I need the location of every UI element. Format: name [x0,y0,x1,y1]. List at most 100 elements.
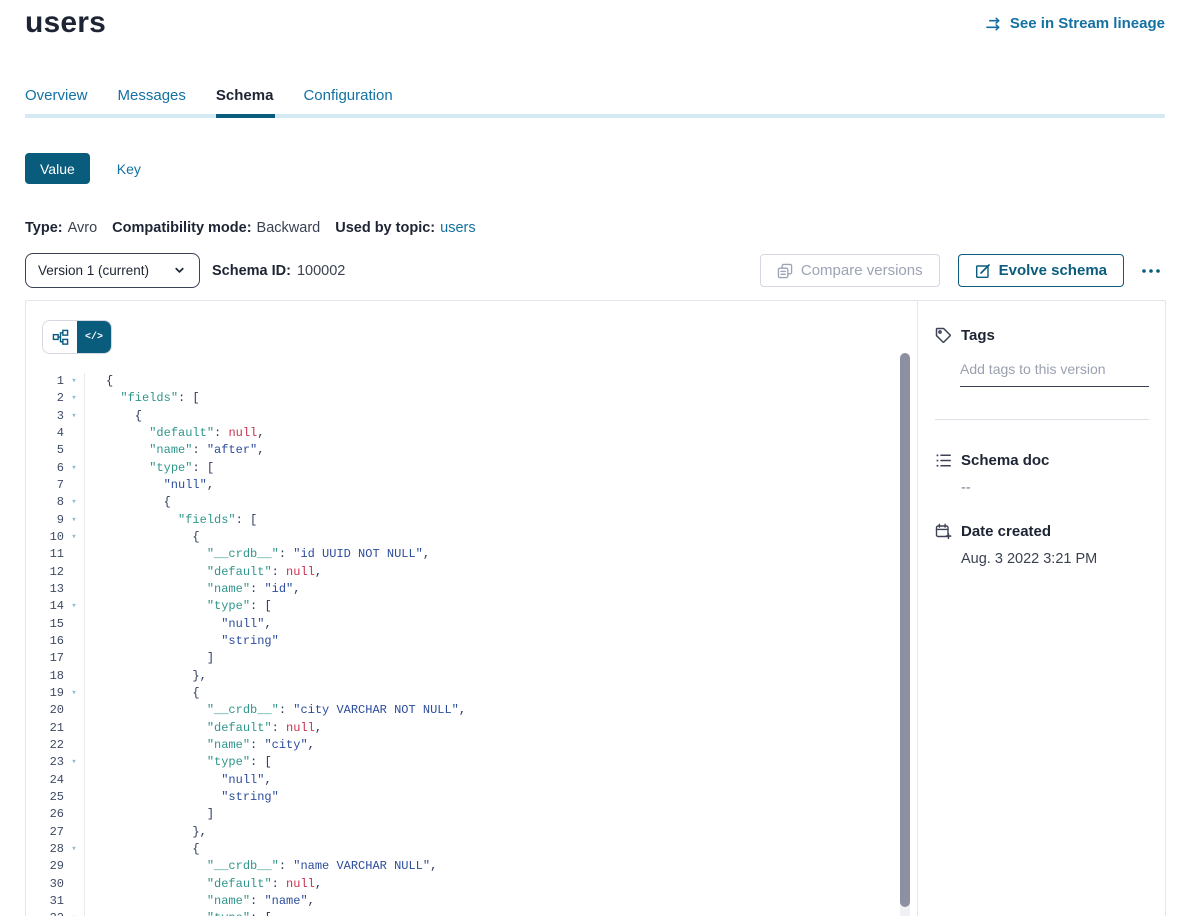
code-line: 19▾ { [26,685,897,702]
fold-spacer [64,702,84,719]
fold-spacer [64,425,84,442]
line-number: 7 [26,477,64,494]
fold-arrow-icon[interactable]: ▾ [64,598,84,615]
code-text: "type": [ [84,460,897,477]
line-number: 32 [26,910,64,916]
tab-configuration[interactable]: Configuration [303,87,392,118]
code-line: 11 "__crdb__": "id UUID NOT NULL", [26,546,897,563]
code-line: 31 "name": "name", [26,893,897,910]
code-line: 16 "string" [26,633,897,650]
page-title: users [25,6,106,40]
code-text: "type": [ [84,598,897,615]
code-view-button[interactable]: </> [77,321,111,353]
fold-arrow-icon[interactable]: ▾ [64,685,84,702]
line-number: 2 [26,390,64,407]
schema-panel: </> 1▾{2▾ "fields": [3▾ {4 "default": nu… [25,300,1166,916]
fold-arrow-icon[interactable]: ▾ [64,460,84,477]
tags-title: Tags [961,327,995,344]
line-number: 15 [26,616,64,633]
schema-doc-icon [935,452,952,469]
compare-versions-icon [777,263,793,279]
fold-spacer [64,806,84,823]
code-line: 10▾ { [26,529,897,546]
code-line: 20 "__crdb__": "city VARCHAR NOT NULL", [26,702,897,719]
fold-arrow-icon[interactable]: ▾ [64,390,84,407]
code-text: "name": "name", [84,893,897,910]
schema-sidebar: Tags Schema doc -- [917,301,1165,916]
version-toolbar: Version 1 (current) Schema ID: 100002 Co… [25,253,1165,288]
used-by-topic-label: Used by topic: [335,220,435,236]
tab-messages[interactable]: Messages [118,87,186,118]
fold-arrow-icon[interactable]: ▾ [64,910,84,916]
line-number: 11 [26,546,64,563]
stream-lineage-label: See in Stream lineage [1010,15,1165,32]
line-number: 31 [26,893,64,910]
fold-arrow-icon[interactable]: ▾ [64,494,84,511]
stream-lineage-link[interactable]: See in Stream lineage [986,15,1165,32]
code-line: 27 }, [26,824,897,841]
line-number: 23 [26,754,64,771]
code-text: "fields": [ [84,390,897,407]
line-number: 18 [26,668,64,685]
line-number: 9 [26,512,64,529]
fold-arrow-icon[interactable]: ▾ [64,529,84,546]
code-text: "null", [84,477,897,494]
line-number: 14 [26,598,64,615]
fold-spacer [64,442,84,459]
code-editor[interactable]: 1▾{2▾ "fields": [3▾ {4 "default": null,5… [26,373,897,916]
tab-overview[interactable]: Overview [25,87,88,118]
line-number: 12 [26,564,64,581]
tree-view-button[interactable] [43,321,77,353]
code-line: 26 ] [26,806,897,823]
topic-link[interactable]: users [440,220,475,236]
code-view-icon: </> [85,332,103,343]
schema-id-value: 100002 [297,263,345,279]
fold-arrow-icon[interactable]: ▾ [64,373,84,390]
code-text: "name": "city", [84,737,897,754]
code-line: 23▾ "type": [ [26,754,897,771]
code-text: "default": null, [84,876,897,893]
line-number: 24 [26,772,64,789]
line-number: 22 [26,737,64,754]
fold-spacer [64,789,84,806]
version-select[interactable]: Version 1 (current) [25,253,200,288]
line-number: 8 [26,494,64,511]
scrollbar-thumb[interactable] [900,353,910,907]
value-key-toggle: Value Key [25,153,141,184]
code-text: "__crdb__": "name VARCHAR NULL", [84,858,897,875]
fold-arrow-icon[interactable]: ▾ [64,408,84,425]
code-text: "default": null, [84,425,897,442]
compare-versions-button[interactable]: Compare versions [760,254,940,287]
schema-id-label: Schema ID: [212,263,291,279]
compare-versions-label: Compare versions [801,262,923,279]
fold-spacer [64,858,84,875]
schema-meta-row: Type: Avro Compatibility mode: Backward … [25,220,476,236]
fold-arrow-icon[interactable]: ▾ [64,754,84,771]
code-text: { [84,373,897,390]
code-text: ] [84,650,897,667]
code-line: 5 "name": "after", [26,442,897,459]
fold-arrow-icon[interactable]: ▾ [64,841,84,858]
line-number: 13 [26,581,64,598]
tags-input[interactable] [960,357,1149,387]
fold-spacer [64,893,84,910]
line-number: 5 [26,442,64,459]
compatibility-value: Backward [257,220,321,236]
line-number: 26 [26,806,64,823]
line-number: 6 [26,460,64,477]
scrollbar[interactable] [900,353,910,916]
tab-schema[interactable]: Schema [216,87,274,118]
evolve-schema-button[interactable]: Evolve schema [958,254,1124,287]
code-line: 6▾ "type": [ [26,460,897,477]
fold-arrow-icon[interactable]: ▾ [64,512,84,529]
code-text: "null", [84,772,897,789]
code-text: "type": [ [84,754,897,771]
code-text: "name": "after", [84,442,897,459]
key-toggle-button[interactable]: Key [117,161,141,177]
tab-bar: Overview Messages Schema Configuration [25,87,1165,118]
more-options-button[interactable] [1137,257,1165,285]
value-toggle-button[interactable]: Value [25,153,90,184]
line-number: 19 [26,685,64,702]
code-line: 7 "null", [26,477,897,494]
date-created-icon [935,523,952,540]
